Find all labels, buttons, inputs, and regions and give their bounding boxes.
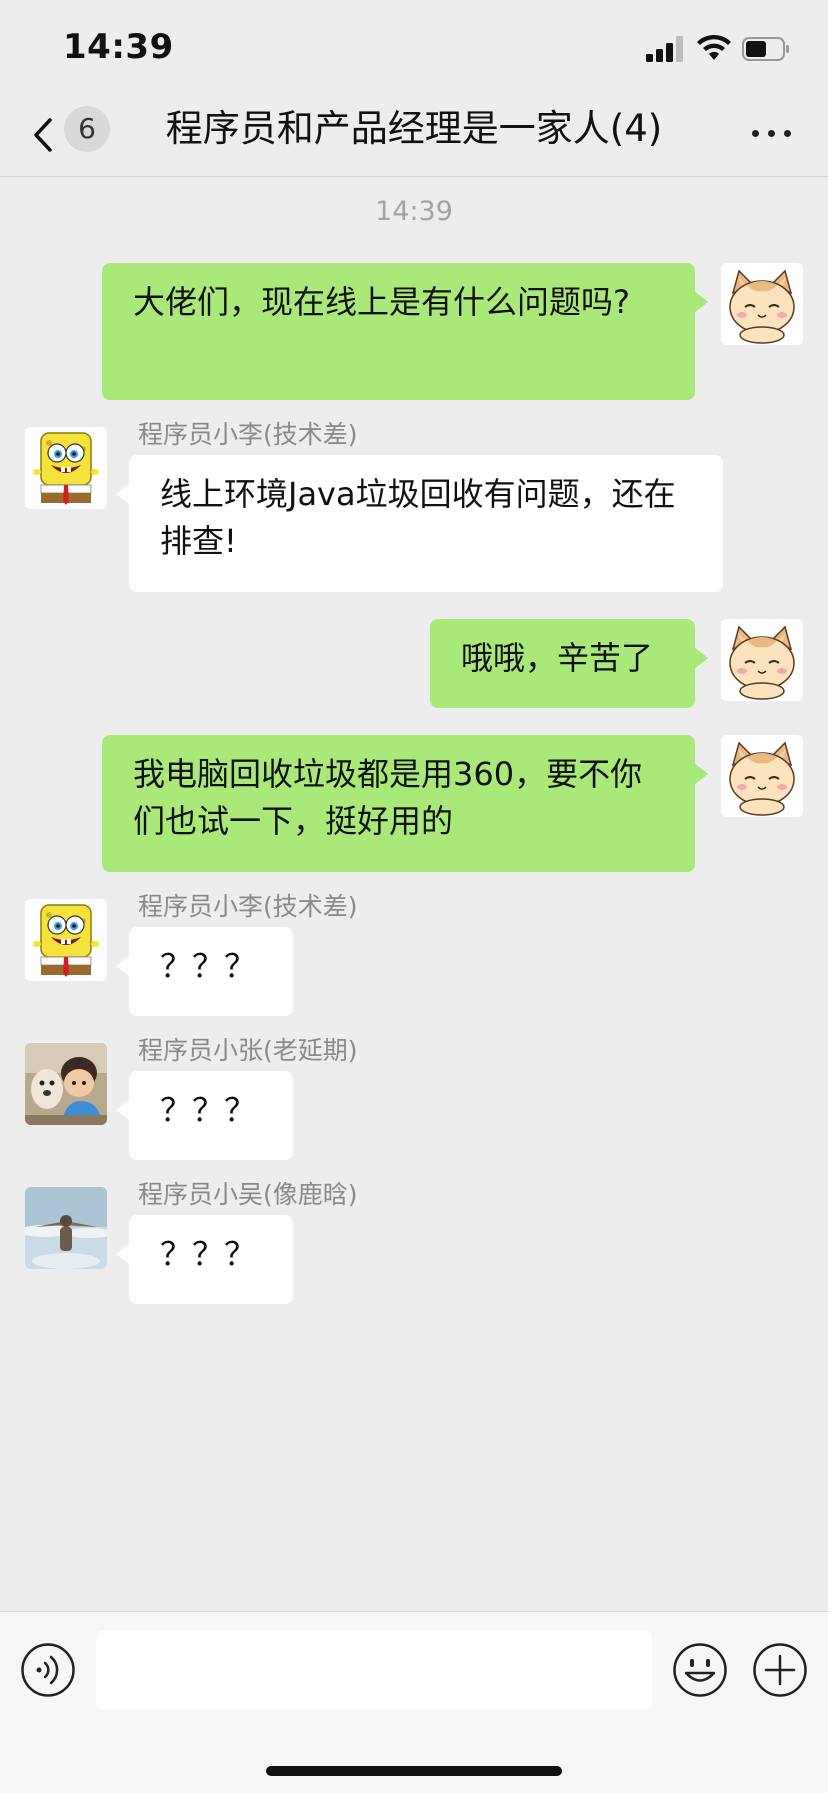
wifi-icon [697, 34, 731, 60]
battery-icon [742, 37, 789, 61]
child-photo-avatar[interactable] [25, 1043, 107, 1125]
message-timestamp: 14:39 [375, 196, 453, 227]
sender-name: 程序员小张(老延期) [138, 1036, 358, 1065]
spongebob-avatar[interactable] [25, 899, 107, 981]
cellular-signal-icon [646, 36, 686, 62]
sender-name: 程序员小吴(像鹿晗) [138, 1180, 358, 1209]
cat-avatar[interactable] [721, 619, 803, 701]
emoji-icon[interactable] [672, 1642, 728, 1698]
other-message-bubble[interactable]: ？？？ [116, 927, 293, 1016]
my-message-bubble[interactable]: 我电脑回收垃圾都是用360，要不你们也试一下，挺好用的 [102, 735, 708, 872]
message-input[interactable] [96, 1630, 652, 1710]
sender-name: 程序员小李(技术差) [138, 892, 358, 921]
status-bar: 14:39 [0, 0, 828, 92]
cat-avatar[interactable] [721, 735, 803, 817]
other-message-bubble[interactable]: ？？？ [116, 1071, 293, 1160]
home-indicator[interactable] [266, 1766, 562, 1776]
sender-name: 程序员小李(技术差) [138, 420, 358, 449]
plus-icon[interactable] [752, 1642, 808, 1698]
chat-title: 程序员和产品经理是一家人(4) [165, 107, 663, 150]
cat-avatar[interactable] [721, 263, 803, 345]
status-time: 14:39 [63, 27, 174, 67]
sky-photo-avatar[interactable] [25, 1187, 107, 1269]
other-message-bubble[interactable]: 线上环境Java垃圾回收有问题，还在排查! [116, 455, 723, 592]
my-message-bubble[interactable]: 大佬们，现在线上是有什么问题吗? [102, 263, 708, 400]
my-message-bubble[interactable]: 哦哦，辛苦了 [430, 619, 708, 708]
chat-header: 6 程序员和产品经理是一家人(4) [0, 92, 828, 177]
voice-icon[interactable] [20, 1642, 76, 1698]
spongebob-avatar[interactable] [25, 427, 107, 509]
ellipsis-icon[interactable] [748, 112, 796, 152]
other-message-bubble[interactable]: ？？？ [116, 1215, 293, 1304]
